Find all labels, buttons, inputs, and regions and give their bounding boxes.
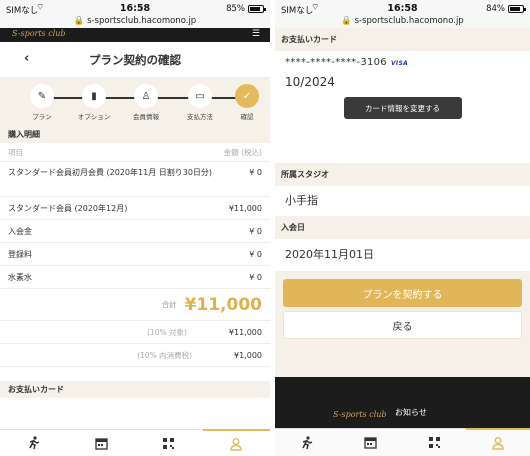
section-heading-payment-card: お支払いカード: [275, 28, 530, 51]
battery-indicator: 84%: [486, 4, 526, 14]
step-member-info: ♙ 会員情報: [121, 84, 171, 121]
step-payment: ▭ 支払方法: [175, 84, 225, 121]
qr-icon: [428, 437, 440, 448]
card-number: ****-****-****-3106 VISA: [285, 57, 520, 68]
card-icon: ▭: [188, 84, 212, 108]
tax-value: ¥11,000: [228, 327, 262, 337]
url-bar[interactable]: 🔒 s-sportsclub.hacomono.jp: [0, 16, 270, 26]
change-card-button[interactable]: カード情報を変更する: [343, 97, 462, 119]
brand-logo: S-sports club: [12, 29, 66, 38]
studio-value: 小手指: [285, 194, 318, 207]
url-text: s-sportsclub.hacomono.jp: [354, 16, 464, 26]
title-bar: ‹ プラン契約の確認: [0, 42, 270, 78]
section-heading-payment-card: お支払いカード: [0, 381, 270, 398]
step-option: ▮ オプション: [69, 84, 119, 121]
item-name: 入会金: [8, 226, 32, 236]
url-text: s-sportsclub.hacomono.jp: [87, 16, 197, 26]
step-label: 支払方法: [187, 113, 213, 121]
hamburger-menu-icon[interactable]: ☰: [252, 29, 260, 39]
tab-qr[interactable]: [403, 429, 467, 456]
visa-logo: VISA: [390, 60, 409, 67]
tab-qr[interactable]: [135, 430, 203, 456]
item-name: スタンダード会員 (2020年12月): [8, 203, 128, 213]
item-name: 登録料: [8, 249, 32, 259]
item-amount: ¥ 0: [249, 226, 262, 236]
tab-calendar[interactable]: [339, 429, 403, 456]
contract-plan-button[interactable]: プランを契約する: [283, 279, 522, 307]
battery-icon: [508, 5, 526, 13]
item-name: スタンダード会員初月会費 (2020年11月 日割り30日分): [8, 168, 213, 177]
calendar-icon: [95, 437, 108, 450]
footer-brand-logo: S-sports club: [333, 410, 387, 419]
column-amount: 金額 (税込): [223, 147, 262, 157]
battery-percent: 85%: [226, 4, 245, 14]
total-value: ¥11,000: [184, 294, 262, 315]
item-amount: ¥ 0: [249, 249, 262, 259]
page-title: プラン契約の確認: [89, 53, 181, 67]
runner-icon: [29, 436, 40, 450]
item-amount: ¥11,000: [228, 203, 262, 213]
join-date-value: 2020年11月01日: [285, 248, 374, 261]
app-header: S-sports club ☰: [0, 28, 270, 42]
item-amount: ¥ 0: [249, 272, 262, 282]
status-bar: SIMなし ⌔ 16:58 84% 🔒 s-sportsclub.hacomon…: [275, 0, 530, 28]
tab-workout[interactable]: [275, 429, 339, 456]
back-button[interactable]: 戻る: [283, 311, 522, 339]
user-icon: [230, 437, 242, 451]
table-row: スタンダード会員 (2020年12月) ¥11,000: [0, 197, 270, 220]
footer: S-sports club お知らせ: [275, 377, 530, 428]
table-row: 登録料 ¥ 0: [0, 243, 270, 266]
tax-row: (10% 対象) ¥11,000: [0, 321, 270, 344]
battery-icon: [248, 5, 266, 13]
item-amount: ¥ 0: [249, 168, 262, 177]
total-row: 合計 ¥11,000: [0, 289, 270, 321]
section-heading-studio: 所属スタジオ: [275, 163, 530, 186]
item-name: 水素水: [8, 272, 32, 282]
tax-value: ¥1,000: [234, 350, 262, 360]
table-row: スタンダード会員初月会費 (2020年11月 日割り30日分) ¥ 0: [0, 162, 270, 197]
qr-icon: [163, 437, 175, 449]
card-number-text: ****-****-****-3106: [285, 57, 387, 68]
action-area: プランを契約する 戻る: [275, 271, 530, 383]
battery-percent: 84%: [486, 4, 505, 14]
card-info: ****-****-****-3106 VISA 10/2024 カード情報を変更…: [275, 51, 530, 163]
right-screen: SIMなし ⌔ 16:58 84% 🔒 s-sportsclub.hacomon…: [275, 0, 530, 456]
bottom-tab-bar: [275, 428, 530, 456]
user-icon: [492, 437, 504, 450]
step-label: オプション: [77, 113, 111, 121]
status-bar: SIMなし ⌔ 16:58 85% 🔒 s-sportsclub.hacomon…: [0, 0, 270, 28]
tax-row: (10% 内消費税) ¥1,000: [0, 344, 270, 367]
column-item: 項目: [8, 147, 23, 157]
table-row: 入会金 ¥ 0: [0, 220, 270, 243]
tab-workout[interactable]: [0, 430, 68, 456]
tab-calendar[interactable]: [68, 430, 136, 456]
progress-stepper: ✎ プラン ▮ オプション ♙ 会員情報 ▭ 支払方法 ✓ 確認: [0, 78, 270, 126]
total-label: 合計: [161, 300, 177, 309]
section-heading-join-date: 入会日: [275, 216, 530, 239]
left-screen: SIMなし ⌔ 16:58 85% 🔒 s-sportsclub.hacomon…: [0, 0, 270, 456]
tax-label: (10% 対象): [147, 327, 187, 337]
battery-indicator: 85%: [226, 4, 266, 14]
step-plan: ✎ プラン: [17, 84, 67, 121]
table-row: 水素水 ¥ 0: [0, 266, 270, 289]
step-label: 会員情報: [133, 113, 159, 121]
section-heading-purchase: 購入明細: [0, 126, 270, 143]
bottom-tab-bar: [0, 429, 270, 456]
step-label: 確認: [240, 113, 254, 121]
person-icon: ♙: [134, 84, 158, 108]
step-confirm: ✓ 確認: [222, 84, 270, 121]
step-label: プラン: [32, 113, 52, 121]
tab-account[interactable]: [466, 428, 530, 456]
news-link[interactable]: お知らせ: [395, 407, 427, 418]
bottle-icon: ▮: [82, 84, 106, 108]
check-icon: ✓: [235, 84, 259, 108]
tax-label: (10% 内消費税): [137, 350, 192, 360]
pen-icon: ✎: [30, 84, 54, 108]
card-expiry: 10/2024: [285, 75, 335, 89]
tab-account[interactable]: [202, 429, 270, 456]
url-bar[interactable]: 🔒 s-sportsclub.hacomono.jp: [275, 16, 530, 26]
calendar-icon: [364, 437, 377, 449]
table-header: 項目 金額 (税込): [0, 143, 270, 162]
runner-icon: [302, 435, 313, 449]
